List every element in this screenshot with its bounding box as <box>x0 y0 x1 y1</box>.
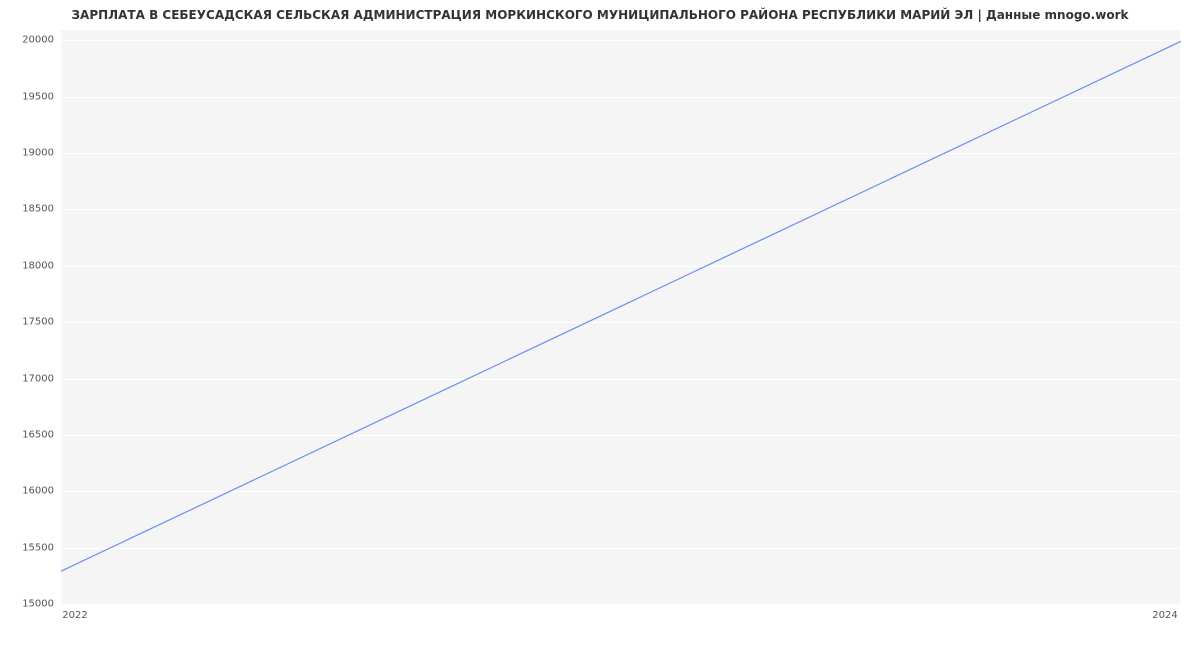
series-line <box>61 41 1181 571</box>
line-layer <box>61 30 1181 605</box>
y-tick-label: 15500 <box>4 543 54 554</box>
y-tick-label: 16500 <box>4 430 54 441</box>
plot-area <box>60 30 1180 605</box>
y-tick-label: 19500 <box>4 92 54 103</box>
x-tick-label: 2022 <box>62 610 87 621</box>
y-tick-label: 20000 <box>4 35 54 46</box>
y-tick-label: 17500 <box>4 317 54 328</box>
y-tick-label: 19000 <box>4 148 54 159</box>
y-tick-label: 15000 <box>4 599 54 610</box>
chart-title: ЗАРПЛАТА В СЕБЕУСАДСКАЯ СЕЛЬСКАЯ АДМИНИС… <box>0 8 1200 22</box>
chart-container: ЗАРПЛАТА В СЕБЕУСАДСКАЯ СЕЛЬСКАЯ АДМИНИС… <box>0 0 1200 650</box>
x-tick-label: 2024 <box>1152 610 1177 621</box>
y-tick-label: 18000 <box>4 261 54 272</box>
y-tick-label: 16000 <box>4 486 54 497</box>
y-tick-label: 18500 <box>4 204 54 215</box>
y-tick-label: 17000 <box>4 374 54 385</box>
